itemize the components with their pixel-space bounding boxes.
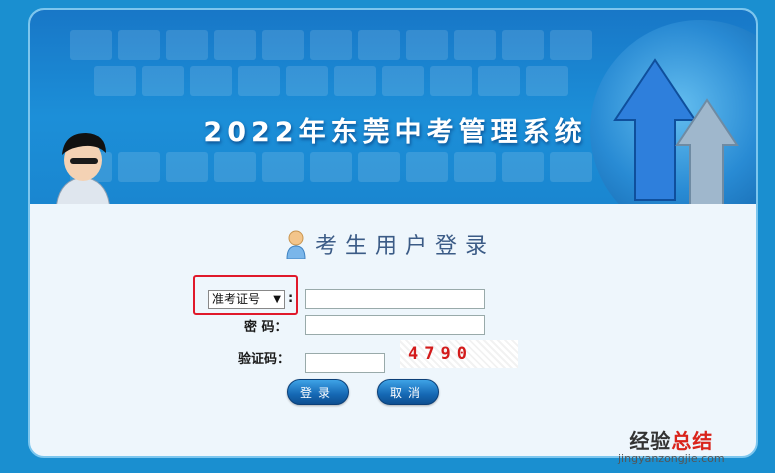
- captcha-label: 验证码：: [238, 352, 291, 367]
- user-avatar-icon: [56, 133, 110, 204]
- watermark-url: jingyanzongjie.com: [618, 452, 725, 465]
- caret-down-icon: ▼: [273, 294, 281, 305]
- candidate-id-input[interactable]: [305, 289, 485, 309]
- password-label: 密 码：: [244, 320, 288, 335]
- watermark-brand: 经验总结: [629, 429, 714, 453]
- header-banner: 2022年东莞中考管理系统: [30, 10, 756, 204]
- login-title: 考生用户登录: [315, 234, 496, 259]
- login-heading: 考生用户登录: [285, 228, 495, 260]
- user-icon: [286, 230, 306, 259]
- id-type-select[interactable]: 准考证号 ▼: [208, 290, 285, 309]
- cancel-button[interactable]: 取消: [377, 379, 439, 405]
- captcha-image[interactable]: 4790: [400, 340, 518, 368]
- banner-decoration: [70, 30, 630, 182]
- login-button[interactable]: 登录: [287, 379, 349, 405]
- password-input[interactable]: [305, 315, 485, 335]
- login-window: 2022年东莞中考管理系统 考生用户登录 准考证号 ▼ : 密 码： 验证码： …: [28, 8, 758, 458]
- watermark: 经验总结 jingyanzongjie.com: [618, 425, 725, 465]
- id-type-selected: 准考证号: [212, 292, 261, 306]
- captcha-input[interactable]: [305, 353, 385, 373]
- id-type-colon: :: [288, 291, 294, 306]
- page-title: 2022年东莞中考管理系统: [203, 117, 587, 148]
